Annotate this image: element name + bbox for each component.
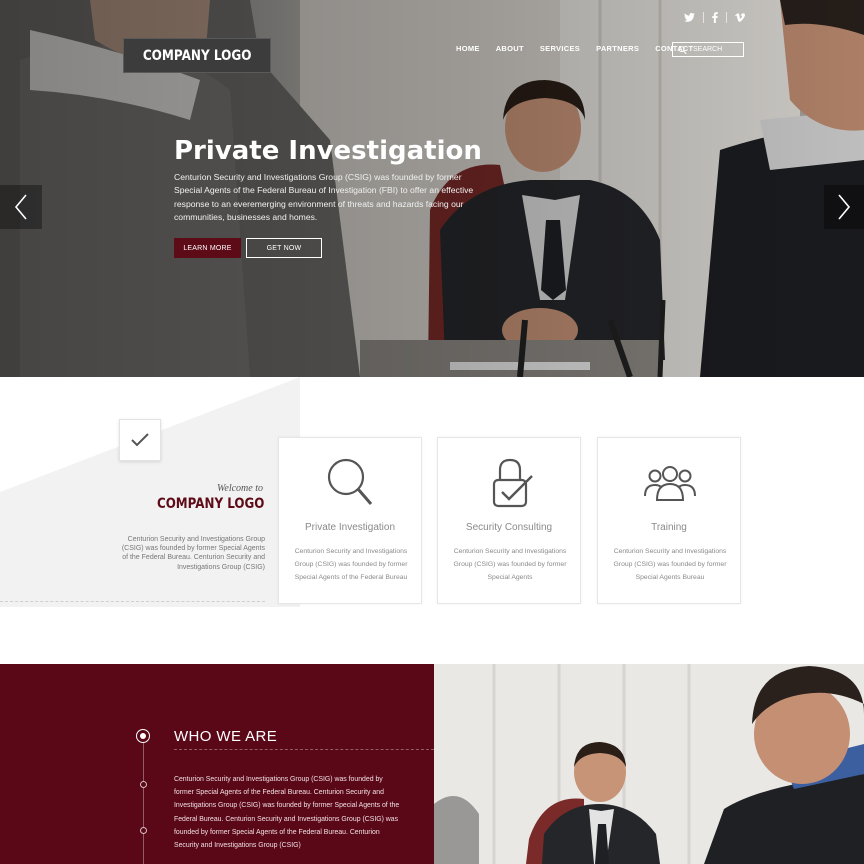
- vimeo-icon[interactable]: [735, 13, 745, 22]
- who-we-are-photo: [434, 664, 864, 864]
- who-we-are-text: Centurion Security and Investigations Gr…: [174, 776, 400, 850]
- nav-about[interactable]: ABOUT: [496, 44, 524, 53]
- office-photo: [434, 664, 864, 864]
- welcome-badge: [119, 419, 161, 461]
- company-logo[interactable]: COMPANY LOGO: [123, 38, 271, 73]
- timeline-dot: [140, 827, 147, 834]
- welcome-subtitle: Welcome to: [216, 483, 263, 494]
- service-card-private-investigation[interactable]: Private Investigation Centurion Security…: [278, 437, 422, 604]
- magnifier-icon: [327, 458, 373, 505]
- logo-text: COMPANY LOGO: [142, 47, 252, 64]
- chevron-right-icon: [838, 194, 851, 220]
- divider: [0, 601, 265, 602]
- service-title: Private Investigation: [304, 522, 396, 533]
- nav-services[interactable]: SERVICES: [540, 44, 580, 53]
- who-we-are-title: WHO WE ARE: [174, 728, 278, 745]
- learn-more-button[interactable]: LEARN MORE: [174, 238, 241, 258]
- search-input[interactable]: [693, 46, 743, 53]
- timeline-dot-active: [136, 729, 150, 743]
- service-description: Centurion Security and Investigations Gr…: [613, 548, 727, 581]
- chevron-left-icon: [14, 194, 27, 220]
- nav-home[interactable]: HOME: [456, 44, 480, 53]
- search-icon[interactable]: [678, 45, 687, 55]
- welcome-logo: COMPANY LOGO: [130, 496, 264, 512]
- service-title: Security Consulting: [465, 522, 553, 533]
- timeline-line: [143, 736, 144, 864]
- service-description: Centurion Security and Investigations Gr…: [294, 548, 408, 581]
- who-divider: [174, 749, 434, 750]
- checkmark-icon: [131, 433, 149, 447]
- welcome-logo-text: COMPANY LOGO: [156, 496, 264, 512]
- service-description: Centurion Security and Investigations Gr…: [453, 548, 567, 581]
- welcome-description: Centurion Security and Investigations Gr…: [121, 536, 265, 571]
- slider-prev-button[interactable]: [0, 185, 42, 229]
- social-links: [684, 12, 745, 23]
- timeline-dot: [140, 781, 147, 788]
- service-title: Training: [651, 522, 687, 533]
- hero-description: Centurion Security and Investigations Gr…: [174, 172, 474, 222]
- search-box[interactable]: [672, 42, 744, 57]
- slider-next-button[interactable]: [824, 185, 864, 229]
- nav-partners[interactable]: PARTNERS: [596, 44, 639, 53]
- group-users-icon: [644, 466, 696, 501]
- get-now-button[interactable]: GET NOW: [246, 238, 322, 258]
- padlock-check-icon: [492, 458, 533, 508]
- service-card-security-consulting[interactable]: Security Consulting Centurion Security a…: [437, 437, 581, 604]
- service-card-training[interactable]: Training Centurion Security and Investig…: [597, 437, 741, 604]
- hero-title: Private Investigation: [174, 136, 482, 166]
- facebook-icon[interactable]: [712, 12, 718, 23]
- twitter-icon[interactable]: [684, 13, 695, 22]
